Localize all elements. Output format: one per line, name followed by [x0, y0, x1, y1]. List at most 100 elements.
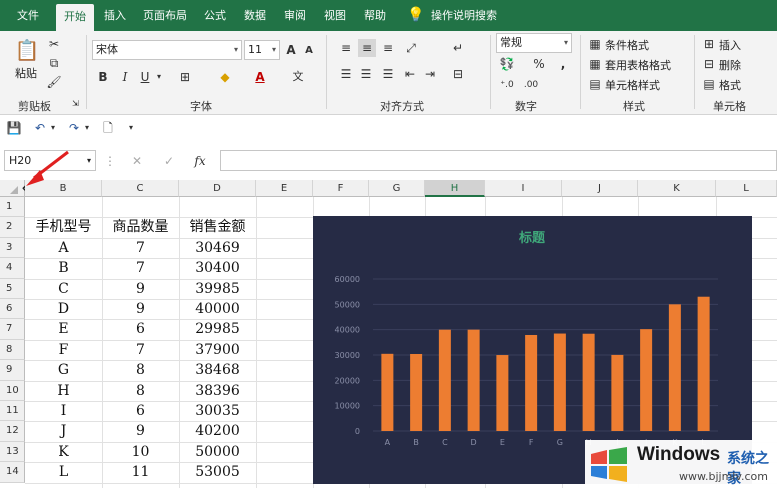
table-cell[interactable]: 40200	[179, 421, 256, 441]
table-cell[interactable]: 39985	[179, 279, 256, 299]
tab-formulas[interactable]: 公式	[198, 0, 232, 31]
column-header-f[interactable]: F	[313, 180, 369, 197]
table-cell[interactable]: F	[25, 340, 102, 360]
table-header-cell[interactable]: 销售金额	[179, 217, 256, 237]
column-header-l[interactable]: L	[716, 180, 777, 197]
table-cell[interactable]: 7	[102, 238, 179, 258]
tab-page-layout[interactable]: 页面布局	[138, 0, 192, 31]
table-cell[interactable]: 6	[102, 319, 179, 339]
table-cell[interactable]: E	[25, 319, 102, 339]
print-preview-icon[interactable]: 🗋	[100, 119, 116, 137]
table-header-cell[interactable]: 手机型号	[25, 217, 102, 237]
row-header[interactable]: 9	[0, 360, 25, 381]
row-header[interactable]: 8	[0, 339, 25, 361]
shrink-font-icon[interactable]: A	[302, 42, 316, 60]
format-painter-icon[interactable]: 🖌	[46, 73, 62, 91]
delete-cells-button[interactable]: 删除	[719, 57, 741, 73]
row-header[interactable]: 12	[0, 421, 25, 442]
chevron-down-icon[interactable]: ▾	[82, 119, 92, 137]
underline-button[interactable]: U	[138, 68, 152, 86]
table-cell[interactable]: 8	[102, 381, 179, 401]
table-header-cell[interactable]: 商品数量	[102, 217, 179, 237]
row-header[interactable]: 13	[0, 441, 25, 463]
increase-indent-icon[interactable]: ⇥	[422, 65, 438, 83]
phonetic-guide-icon[interactable]: 文	[290, 68, 306, 86]
table-cell[interactable]: L	[25, 462, 102, 482]
table-cell[interactable]: 40000	[179, 299, 256, 319]
table-cell[interactable]: 38468	[179, 360, 256, 380]
align-bottom-icon[interactable]: ≡	[380, 39, 396, 57]
currency-icon[interactable]: 💱	[498, 55, 516, 73]
align-center-icon[interactable]: ☰	[358, 65, 374, 83]
chevron-down-icon[interactable]: ▾	[48, 119, 58, 137]
paste-icon[interactable]: 📋	[14, 37, 40, 63]
font-color-icon[interactable]: A	[252, 68, 268, 86]
percent-button[interactable]: %	[532, 55, 546, 73]
table-cell[interactable]: 30400	[179, 258, 256, 278]
row-header[interactable]: 6	[0, 299, 25, 320]
row-header[interactable]: 2	[0, 217, 25, 238]
table-cell[interactable]: 6	[102, 401, 179, 421]
table-cell[interactable]: 50000	[179, 442, 256, 462]
tab-home[interactable]: 开始	[56, 4, 94, 31]
align-top-icon[interactable]: ≡	[338, 39, 354, 57]
table-cell[interactable]: 9	[102, 421, 179, 441]
row-header[interactable]: 5	[0, 278, 25, 299]
comma-button[interactable]: ,	[556, 55, 570, 73]
borders-icon[interactable]: ⊞	[176, 68, 194, 86]
paste-button[interactable]: 粘贴	[15, 65, 37, 81]
table-cell[interactable]: 9	[102, 279, 179, 299]
decrease-indent-icon[interactable]: ⇤	[402, 65, 418, 83]
tab-review[interactable]: 审阅	[278, 0, 312, 31]
font-size-combo[interactable]: 11 ▾	[244, 40, 280, 60]
table-cell[interactable]: H	[25, 381, 102, 401]
bold-button[interactable]: B	[96, 68, 110, 86]
chevron-down-icon[interactable]: ▾	[154, 68, 164, 86]
tab-file[interactable]: 文件	[8, 0, 48, 31]
column-header-g[interactable]: G	[369, 180, 425, 197]
table-cell[interactable]: D	[25, 299, 102, 319]
enter-icon[interactable]: ✓	[162, 152, 176, 170]
decrease-decimal-icon[interactable]: .00	[522, 76, 540, 94]
copy-icon[interactable]: ⧉	[46, 54, 62, 72]
column-header-i[interactable]: I	[485, 180, 562, 197]
column-header-e[interactable]: E	[256, 180, 313, 197]
column-header-k[interactable]: K	[638, 180, 716, 197]
table-cell[interactable]: C	[25, 279, 102, 299]
table-cell[interactable]: I	[25, 401, 102, 421]
column-header-h[interactable]: H	[425, 180, 485, 197]
increase-decimal-icon[interactable]: ⁺.0	[498, 76, 516, 94]
tab-view[interactable]: 视图	[318, 0, 352, 31]
formula-input[interactable]	[220, 150, 777, 171]
table-cell[interactable]: 11	[102, 462, 179, 482]
insert-function-button[interactable]: fx	[192, 152, 208, 170]
row-header[interactable]: 4	[0, 258, 25, 279]
cut-icon[interactable]: ✂	[46, 35, 62, 53]
table-cell[interactable]: J	[25, 421, 102, 441]
italic-button[interactable]: I	[118, 68, 132, 86]
tell-me-search[interactable]: 操作说明搜索	[428, 0, 500, 31]
table-cell[interactable]: 53005	[179, 462, 256, 482]
column-header-c[interactable]: C	[102, 180, 179, 197]
tab-help[interactable]: 帮助	[358, 0, 392, 31]
merge-center-icon[interactable]: ⊟	[450, 65, 466, 83]
cell-styles-button[interactable]: 单元格样式	[605, 77, 660, 93]
customize-qat-icon[interactable]: ▾	[126, 119, 136, 137]
format-as-table-button[interactable]: 套用表格格式	[605, 57, 671, 73]
font-name-combo[interactable]: 宋体 ▾	[92, 40, 242, 60]
row-header[interactable]: 14	[0, 462, 25, 483]
table-cell[interactable]: 7	[102, 340, 179, 360]
dialog-launcher-icon[interactable]: ⇲	[72, 99, 79, 108]
table-cell[interactable]: 7	[102, 258, 179, 278]
table-cell[interactable]: 29985	[179, 319, 256, 339]
cancel-icon[interactable]: ✕	[130, 152, 144, 170]
table-cell[interactable]: B	[25, 258, 102, 278]
insert-cells-button[interactable]: 插入	[719, 37, 741, 53]
table-cell[interactable]: A	[25, 238, 102, 258]
conditional-format-button[interactable]: 条件格式	[605, 37, 649, 53]
column-header-d[interactable]: D	[179, 180, 256, 197]
align-left-icon[interactable]: ☰	[338, 65, 354, 83]
table-cell[interactable]: 9	[102, 299, 179, 319]
column-header-j[interactable]: J	[562, 180, 638, 197]
orientation-icon[interactable]: ⤢	[402, 39, 420, 57]
